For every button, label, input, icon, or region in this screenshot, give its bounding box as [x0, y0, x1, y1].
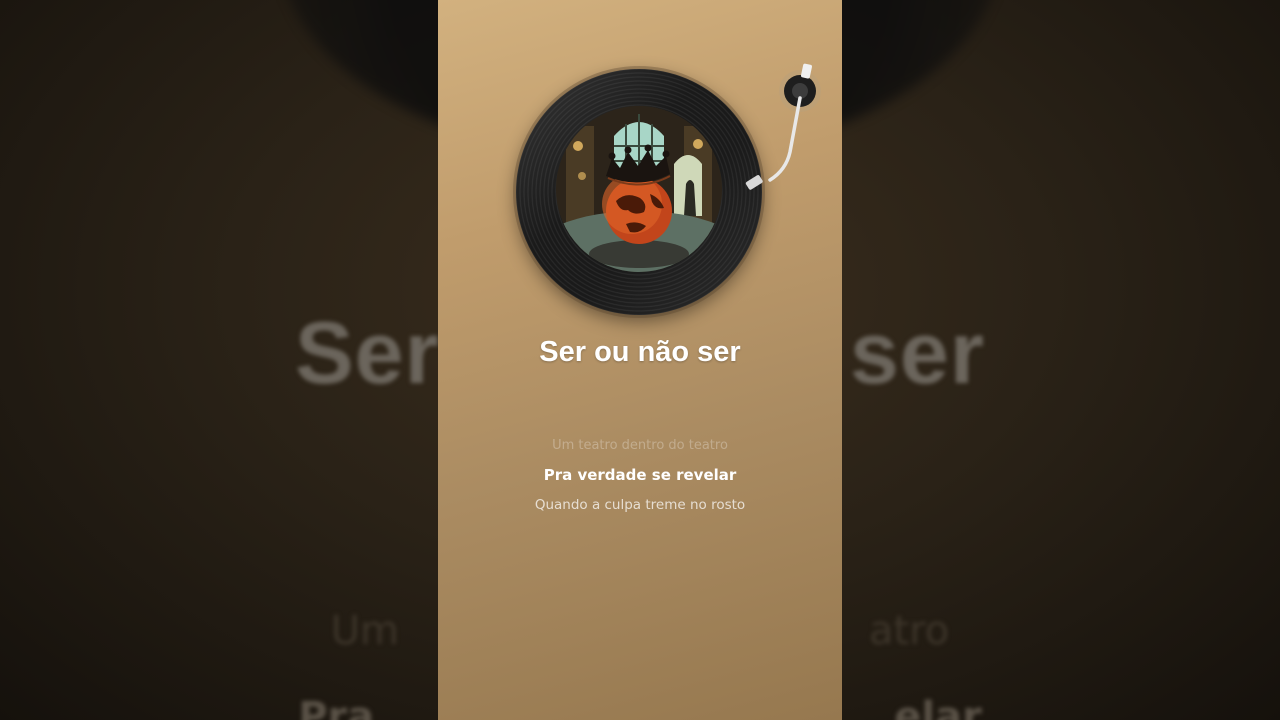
blurred-lyric-2-left: Pra: [298, 694, 375, 720]
lyric-line-current: Pra verdade se revelar: [543, 466, 737, 484]
blurred-lyric-2-right: elar: [894, 694, 982, 720]
blurred-lyric-1-left: Um: [330, 608, 399, 654]
lyric-line-previous: Um teatro dentro do teatro: [552, 438, 728, 453]
song-title: Ser ou não ser: [539, 336, 741, 368]
album-cover-art: [556, 106, 722, 272]
player-panel: Ser ou não ser Um teatro dentro do teatr…: [438, 0, 842, 720]
cover-illustration: [556, 106, 722, 272]
lyric-line-next: Quando a culpa treme no rosto: [534, 497, 746, 513]
blurred-title-right: ser: [849, 303, 986, 402]
vinyl-record-icon[interactable]: [516, 69, 762, 315]
blurred-lyric-1-right: atro: [869, 608, 950, 654]
blurred-title-left: Ser: [294, 303, 440, 402]
tonearm-icon[interactable]: [738, 60, 838, 210]
